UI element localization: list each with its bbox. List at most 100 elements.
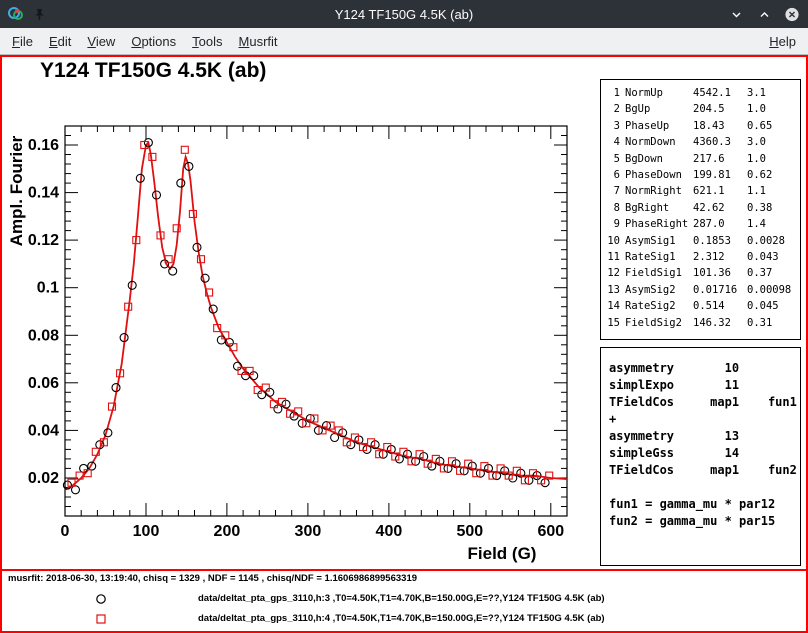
svg-text:0.08: 0.08: [28, 327, 59, 344]
svg-text:600: 600: [537, 523, 564, 540]
svg-text:0.1: 0.1: [37, 280, 59, 297]
param-value: 4542.1: [693, 85, 747, 101]
y-tick-labels: 0.020.040.060.080.10.120.140.16: [28, 137, 59, 487]
dataset-legend: data/deltat_pta_gps_3110,h:3 ,T0=4.50K,T…: [2, 589, 806, 629]
param-row: 9PhaseRight287.01.4: [607, 216, 798, 232]
svg-text:100: 100: [133, 523, 160, 540]
param-name: BgRight: [625, 200, 693, 216]
param-value: 0.1853: [693, 233, 747, 249]
theory-line: +: [609, 411, 800, 428]
param-idx: 1: [607, 85, 625, 101]
plot-title: Y124 TF150G 4.5K (ab): [40, 59, 266, 83]
param-value: 146.32: [693, 315, 747, 331]
menu-edit[interactable]: Edit: [41, 30, 79, 53]
param-row: 10AsymSig10.18530.0028: [607, 233, 798, 249]
param-row: 13AsymSig20.017160.00098: [607, 282, 798, 298]
param-name: FieldSig1: [625, 265, 693, 281]
fit-parameter-box: 1NormUp4542.13.12BgUp204.51.03PhaseUp18.…: [600, 79, 801, 340]
svg-text:0: 0: [61, 523, 70, 540]
param-error: 1.0: [747, 151, 798, 167]
param-value: 199.81: [693, 167, 747, 183]
pad-divider: [2, 569, 806, 571]
theory-line: simpleGss 14: [609, 445, 800, 462]
titlebar-left: [8, 6, 47, 22]
minimize-icon[interactable]: [728, 6, 744, 22]
svg-text:0.14: 0.14: [28, 185, 59, 202]
param-value: 18.43: [693, 118, 747, 134]
param-idx: 6: [607, 167, 625, 183]
param-idx: 11: [607, 249, 625, 265]
legend-row: data/deltat_pta_gps_3110,h:3 ,T0=4.50K,T…: [2, 589, 806, 609]
param-value: 0.514: [693, 298, 747, 314]
param-value: 42.62: [693, 200, 747, 216]
menu-options[interactable]: Options: [123, 30, 184, 53]
titlebar[interactable]: Y124 TF150G 4.5K (ab): [0, 0, 808, 28]
param-name: AsymSig2: [625, 282, 693, 298]
param-value: 0.01716: [693, 282, 747, 298]
param-name: BgUp: [625, 101, 693, 117]
param-name: BgDown: [625, 151, 693, 167]
theory-line: TFieldCos map1 fun1: [609, 394, 800, 411]
legend-row: data/deltat_pta_gps_3110,h:4 ,T0=4.50K,T…: [2, 609, 806, 629]
param-error: 0.37: [747, 265, 798, 281]
param-row: 14RateSig20.5140.045: [607, 298, 798, 314]
param-name: RateSig2: [625, 298, 693, 314]
param-row: 8BgRight42.620.38: [607, 200, 798, 216]
param-error: 0.65: [747, 118, 798, 134]
param-error: 1.1: [747, 183, 798, 199]
menu-tools[interactable]: Tools: [184, 30, 230, 53]
maximize-icon[interactable]: [756, 6, 772, 22]
param-value: 621.1: [693, 183, 747, 199]
menu-file[interactable]: File: [4, 30, 41, 53]
param-error: 3.0: [747, 134, 798, 150]
theory-line: simplExpo 11: [609, 377, 800, 394]
svg-text:400: 400: [376, 523, 403, 540]
param-value: 217.6: [693, 151, 747, 167]
param-row: 1NormUp4542.13.1: [607, 85, 798, 101]
param-error: 1.4: [747, 216, 798, 232]
svg-text:0.02: 0.02: [28, 470, 59, 487]
param-name: NormUp: [625, 85, 693, 101]
fourier-plot[interactable]: 01002003004005006000.020.040.060.080.10.…: [2, 121, 587, 566]
param-row: 7NormRight621.11.1: [607, 183, 798, 199]
param-error: 0.045: [747, 298, 798, 314]
theory-line: asymmetry 13: [609, 428, 800, 445]
param-error: 0.00098: [747, 282, 798, 298]
param-row: 6PhaseDown199.810.62: [607, 167, 798, 183]
param-row: 15FieldSig2146.320.31: [607, 315, 798, 331]
param-row: 11RateSig12.3120.043: [607, 249, 798, 265]
param-name: PhaseDown: [625, 167, 693, 183]
menu-help[interactable]: Help: [761, 30, 804, 53]
application-window: Y124 TF150G 4.5K (ab) FileEditViewOption…: [0, 0, 808, 633]
param-error: 3.1: [747, 85, 798, 101]
param-idx: 12: [607, 265, 625, 281]
svg-text:0.12: 0.12: [28, 232, 59, 249]
menu-view[interactable]: View: [79, 30, 123, 53]
param-idx: 8: [607, 200, 625, 216]
y-axis-title: Ampl. Fourier: [7, 135, 26, 246]
app-icon: [8, 6, 24, 22]
param-idx: 3: [607, 118, 625, 134]
param-idx: 15: [607, 315, 625, 331]
param-row: 5BgDown217.61.0: [607, 151, 798, 167]
pin-icon[interactable]: [31, 6, 47, 22]
param-name: FieldSig2: [625, 315, 693, 331]
param-idx: 13: [607, 282, 625, 298]
param-name: PhaseRight: [625, 216, 693, 232]
root-canvas[interactable]: Y124 TF150G 4.5K (ab) 010020030040050060…: [0, 55, 808, 633]
x-axis-title: Field (G): [468, 544, 537, 563]
param-name: NormRight: [625, 183, 693, 199]
param-value: 4360.3: [693, 134, 747, 150]
param-row: 2BgUp204.51.0: [607, 101, 798, 117]
param-value: 204.5: [693, 101, 747, 117]
svg-text:0.06: 0.06: [28, 375, 59, 392]
close-icon[interactable]: [784, 6, 800, 22]
svg-text:300: 300: [295, 523, 322, 540]
param-error: 0.0028: [747, 233, 798, 249]
param-value: 2.312: [693, 249, 747, 265]
param-error: 0.31: [747, 315, 798, 331]
theory-line: [609, 479, 800, 496]
menu-musrfit[interactable]: Musrfit: [231, 30, 286, 53]
param-idx: 10: [607, 233, 625, 249]
param-name: PhaseUp: [625, 118, 693, 134]
